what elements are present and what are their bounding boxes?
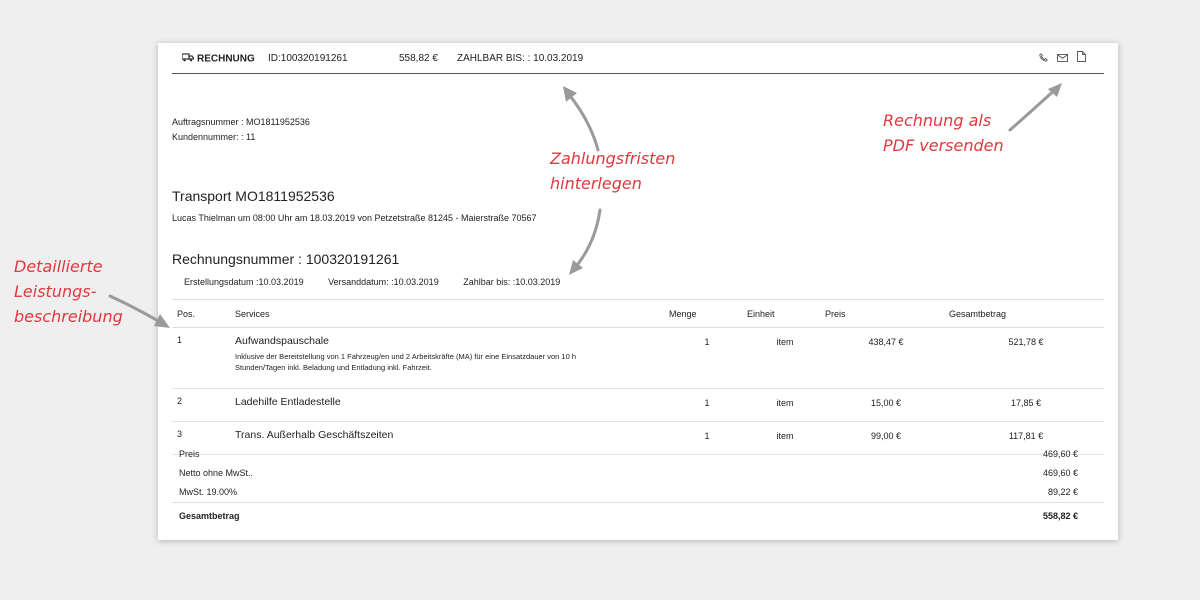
arrow-middle-up — [565, 90, 600, 152]
annotation-middle-line1: Zahlungsfristen — [550, 149, 676, 168]
annotation-left-line3: beschreibung — [14, 307, 123, 326]
annotation-right: Rechnung als PDF versenden — [883, 108, 1004, 158]
annotation-right-line2: PDF versenden — [883, 136, 1004, 155]
annotation-left-line1: Detaillierte — [14, 257, 103, 276]
arrow-right — [1008, 85, 1060, 132]
annotation-middle-line2: hinterlegen — [550, 174, 642, 193]
arrow-middle-down — [571, 208, 602, 272]
annotation-left-line2: Leistungs- — [14, 282, 97, 301]
annotation-middle: Zahlungsfristen hinterlegen — [550, 146, 675, 196]
annotation-arrows — [108, 83, 1062, 328]
annotation-right-line1: Rechnung als — [883, 111, 992, 130]
annotation-left: Detaillierte Leistungs- beschreibung — [14, 254, 123, 329]
arrowhead-middle-up — [563, 86, 577, 102]
